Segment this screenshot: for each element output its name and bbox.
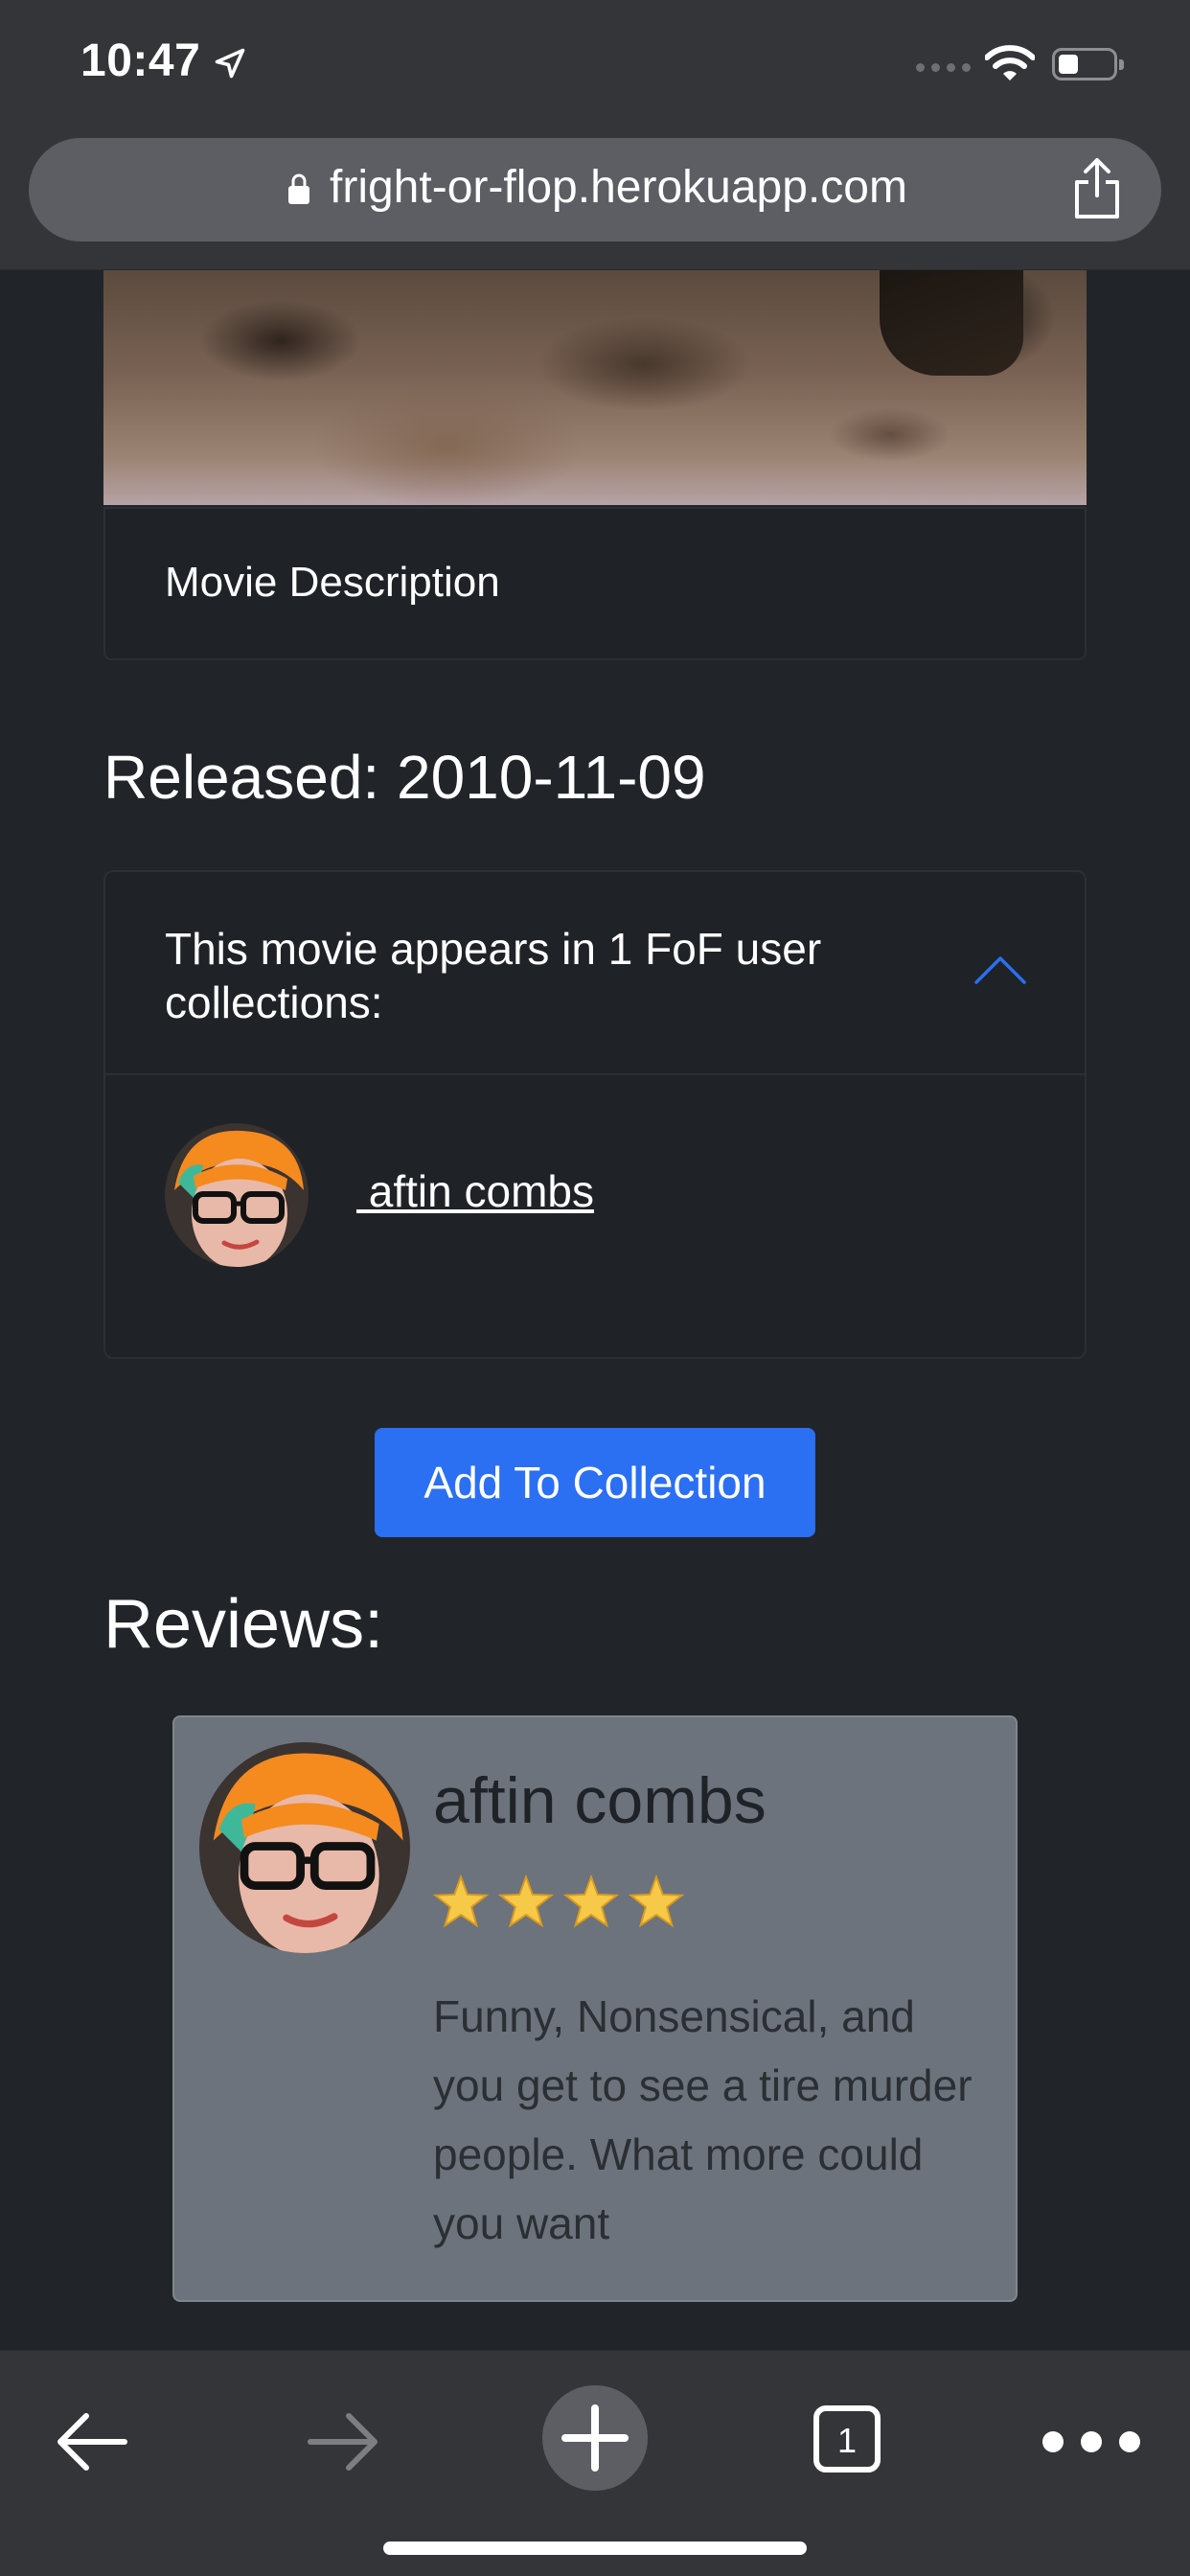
release-date: Released: 2010-11-09 — [103, 743, 706, 812]
share-icon[interactable] — [1069, 157, 1125, 220]
cellular-signal-icon — [916, 63, 971, 72]
movie-description-label: Movie Description — [165, 559, 500, 606]
poster-boot-detail — [880, 270, 1023, 376]
review-text: Funny, Nonsensical, and you get to see a… — [433, 1991, 973, 2248]
lock-icon — [288, 173, 309, 204]
collections-header-text: This movie appears in 1 FoF user collect… — [165, 924, 822, 1027]
browser-top-chrome: 10:47 fright-or-flop.herokuapp.com — [0, 0, 1190, 270]
avatar — [165, 1123, 309, 1267]
movie-description-card: Movie Description — [103, 507, 1087, 660]
plus-icon — [561, 2404, 629, 2472]
forward-icon[interactable] — [307, 2410, 379, 2473]
location-arrow-icon — [215, 48, 245, 79]
more-icon[interactable] — [1039, 2427, 1144, 2456]
new-tab-button[interactable] — [542, 2385, 648, 2491]
reviewer-name: aftin combs — [433, 1764, 767, 1837]
star-icon — [563, 1874, 619, 1928]
star-icon — [629, 1874, 684, 1928]
status-time: 10:47 — [80, 35, 201, 86]
battery-icon — [1052, 48, 1124, 80]
chevron-up-icon[interactable] — [973, 954, 1027, 985]
review-card: aftin combs Funny, Nonsensical, and you … — [172, 1715, 1018, 2302]
tab-count: 1 — [837, 2421, 857, 2460]
screen: 10:47 fright-or-flop.herokuapp.com Movie… — [0, 0, 1190, 2576]
collection-user-link[interactable]: aftin combs — [356, 1165, 594, 1217]
collection-user-item: aftin combs — [165, 1123, 931, 1267]
star-icon — [433, 1874, 489, 1928]
url-text[interactable]: fright-or-flop.herokuapp.com — [330, 161, 907, 214]
add-to-collection-button[interactable]: Add To Collection — [375, 1428, 815, 1537]
collections-accordion: This movie appears in 1 FoF user collect… — [103, 870, 1087, 1359]
tabs-icon[interactable]: 1 — [812, 2404, 881, 2473]
home-indicator — [383, 2542, 807, 2555]
movie-poster-image — [103, 270, 1087, 505]
reviewer-avatar — [199, 1742, 410, 1953]
review-rating — [433, 1874, 684, 1930]
star-icon — [498, 1874, 554, 1928]
address-bar[interactable]: fright-or-flop.herokuapp.com — [29, 138, 1161, 242]
reviews-heading: Reviews: — [103, 1586, 384, 1663]
back-icon[interactable] — [56, 2410, 128, 2473]
wifi-icon — [985, 45, 1035, 80]
page-content: Movie Description Released: 2010-11-09 T… — [0, 270, 1190, 2350]
collections-accordion-header[interactable]: This movie appears in 1 FoF user collect… — [105, 872, 1085, 1075]
status-bar: 10:47 — [0, 0, 1190, 125]
